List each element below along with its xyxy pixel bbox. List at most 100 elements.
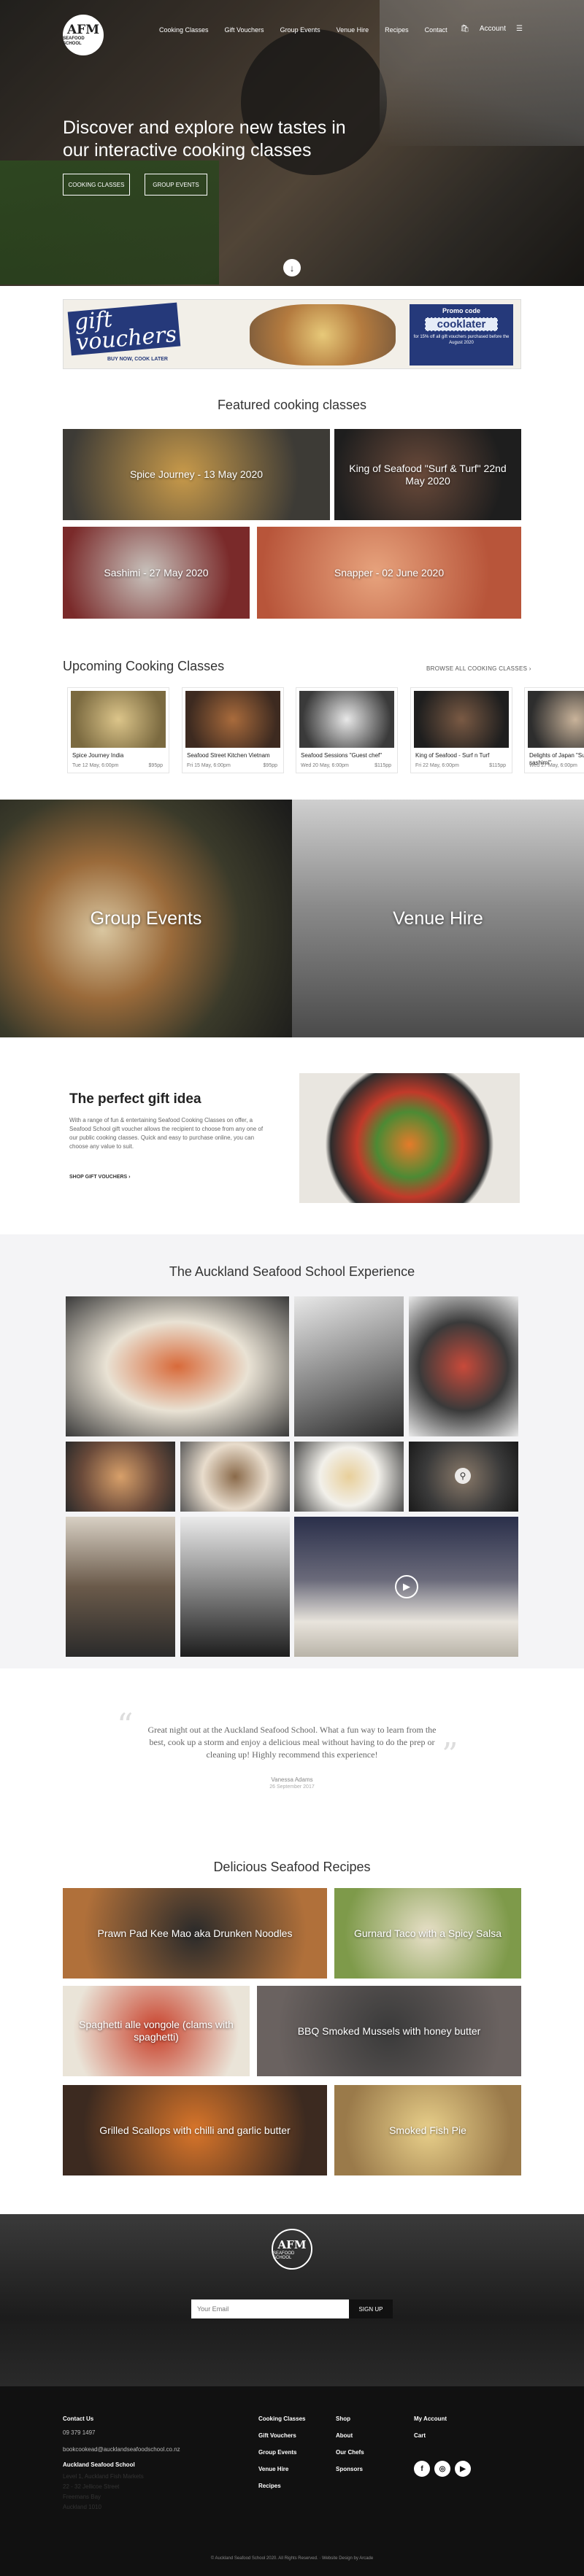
shop-gift-vouchers-link[interactable]: SHOP GIFT VOUCHERS › (69, 1175, 131, 1180)
upcoming-class-price: $95pp (263, 763, 277, 768)
gift-title: The perfect gift idea (69, 1091, 201, 1107)
play-icon[interactable]: ▶ (395, 1575, 418, 1598)
footer-link[interactable]: Cart (414, 2429, 447, 2442)
hero-headline: Discover and explore new tastes in our i… (63, 117, 346, 160)
promo-description: for 15% off all gift vouchers purchased … (413, 335, 510, 345)
footer-link[interactable]: My Account (414, 2412, 447, 2426)
footer-link[interactable]: Venue Hire (258, 2462, 305, 2476)
promo-label: Promo code (442, 307, 480, 314)
featured-class-card[interactable]: Sashimi - 27 May 2020 (63, 527, 250, 619)
recipe-card[interactable]: Spaghetti alle vongole (clams with spagh… (63, 1986, 250, 2076)
gallery-photo[interactable] (66, 1296, 289, 1436)
newsletter-logo: AFM SEAFOOD SCHOOL (272, 2229, 312, 2270)
nav-link-contact[interactable]: Contact (425, 26, 447, 34)
footer-link[interactable]: Cooking Classes (258, 2412, 305, 2426)
gallery-photo[interactable] (66, 1442, 175, 1512)
footer-phone[interactable]: 09 379 1497 (63, 2426, 180, 2440)
group-events-tile[interactable]: Group Events (0, 800, 292, 1037)
gallery-photo[interactable] (180, 1517, 290, 1657)
sign-up-button[interactable]: SIGN UP (349, 2300, 393, 2318)
footer-link[interactable]: Group Events (258, 2445, 305, 2459)
featured-class-card[interactable]: King of Seafood "Surf & Turf" 22nd May 2… (334, 429, 521, 520)
account-link[interactable]: Account (480, 25, 506, 33)
upcoming-class-title: Seafood Street Kitchen Vietnam (187, 752, 270, 759)
featured-class-label: King of Seafood "Surf & Turf" 22nd May 2… (349, 462, 507, 487)
footer-school-name: Auckland Seafood School (63, 2461, 135, 2468)
testimonial-author: Vanessa Adams (271, 1776, 313, 1783)
footer-link[interactable]: Our Chefs (336, 2445, 364, 2459)
nav-link-gift-vouchers[interactable]: Gift Vouchers (225, 26, 264, 34)
logo-subtext: SEAFOOD SCHOOL (63, 36, 85, 46)
cooking-classes-button[interactable]: COOKING CLASSES (63, 174, 130, 196)
nav-links: Cooking Classes Gift Vouchers Group Even… (159, 26, 447, 34)
youtube-icon[interactable]: ▶ (455, 2461, 471, 2477)
upcoming-class-card[interactable]: Seafood Sessions "Guest chef" Wed 20 May,… (296, 687, 398, 773)
page: AFM SEAFOOD SCHOOL Cooking Classes Gift … (0, 0, 584, 2576)
gallery-photo[interactable] (66, 1517, 175, 1657)
nav-link-group-events[interactable]: Group Events (280, 26, 320, 34)
testimonial-date: 26 September 2017 (269, 1784, 315, 1790)
newsletter-logo-sub: SEAFOOD SCHOOL (273, 2251, 295, 2260)
upcoming-class-card[interactable]: Seafood Street Kitchen Vietnam Fri 15 May… (182, 687, 284, 773)
recipe-card[interactable]: Smoked Fish Pie (334, 2085, 521, 2175)
upcoming-class-price: $95pp (148, 763, 163, 768)
nav-link-recipes[interactable]: Recipes (385, 26, 409, 34)
featured-class-card[interactable]: Snapper - 02 June 2020 (257, 527, 521, 619)
featured-class-label: Spice Journey - 13 May 2020 (129, 468, 264, 480)
email-field[interactable] (191, 2300, 349, 2318)
promo-code: cooklater (425, 317, 498, 331)
recipe-card[interactable]: Grilled Scallops with chilli and garlic … (63, 2085, 327, 2175)
recipe-card[interactable]: BBQ Smoked Mussels with honey butter (257, 1986, 521, 2076)
recipe-label: Prawn Pad Kee Mao aka Drunken Noodles (97, 1927, 293, 1939)
recipe-label: BBQ Smoked Mussels with honey butter (297, 2024, 481, 2037)
footer-link[interactable]: Recipes (258, 2479, 305, 2493)
gallery-photo[interactable] (294, 1296, 404, 1436)
gallery-photo[interactable]: ⚲ (409, 1442, 518, 1512)
venue-hire-label: Venue Hire (393, 908, 483, 929)
footer-links-col: My Account Cart (414, 2412, 447, 2442)
group-events-button[interactable]: GROUP EVENTS (145, 174, 207, 196)
gift-voucher-banner[interactable]: gift vouchers BUY NOW, COOK LATER Promo … (63, 299, 521, 369)
upcoming-class-card[interactable]: King of Seafood - Surf n Turf Fri 22 May,… (410, 687, 512, 773)
upcoming-class-card[interactable]: Delights of Japan "Sushi and sashimi"Wed… (524, 687, 584, 773)
gallery-photo[interactable] (294, 1442, 404, 1512)
site-logo[interactable]: AFM SEAFOOD SCHOOL (63, 15, 104, 55)
featured-class-card[interactable]: Spice Journey - 13 May 2020 (63, 429, 330, 520)
upcoming-title: Upcoming Cooking Classes (63, 659, 225, 673)
hamburger-icon[interactable]: ☰ (516, 25, 523, 33)
nav-link-venue-hire[interactable]: Venue Hire (337, 26, 369, 34)
hero-banner: AFM SEAFOOD SCHOOL Cooking Classes Gift … (0, 0, 584, 286)
nav-icons: 🛍 Account ☰ (460, 25, 523, 33)
upcoming-class-card[interactable]: Spice Journey India Tue 12 May, 6:00pm $95… (67, 687, 169, 773)
facebook-icon[interactable]: f (414, 2461, 430, 2477)
instagram-icon[interactable]: ◎ (434, 2461, 450, 2477)
magnifier-icon[interactable]: ⚲ (455, 1468, 471, 1484)
venue-hire-tile[interactable]: Venue Hire (292, 800, 584, 1037)
open-quote-icon: “ (117, 1707, 134, 1744)
gift-description: With a range of fun & entertaining Seafo… (69, 1117, 264, 1150)
upcoming-class-title: King of Seafood - Surf n Turf (415, 752, 490, 759)
voucher-title: gift vouchers (67, 302, 181, 356)
voucher-subtitle: BUY NOW, COOK LATER (107, 357, 168, 362)
gallery-photo[interactable] (180, 1442, 290, 1512)
footer-link[interactable]: Gift Vouchers (258, 2429, 305, 2442)
browse-all-classes-link[interactable]: BROWSE ALL COOKING CLASSES › (426, 665, 531, 672)
footer-link[interactable]: Sponsors (336, 2462, 364, 2476)
recipe-label: Grilled Scallops with chilli and garlic … (99, 2124, 291, 2136)
gallery-video[interactable]: ▶ (294, 1517, 518, 1657)
upcoming-class-date: Wed 20 May, 6:00pm (301, 763, 349, 768)
recipe-card[interactable]: Gurnard Taco with a Spicy Salsa (334, 1888, 521, 1979)
nav-link-cooking-classes[interactable]: Cooking Classes (159, 26, 209, 34)
upcoming-class-date: Fri 15 May, 6:00pm (187, 763, 231, 768)
recipe-card[interactable]: Prawn Pad Kee Mao aka Drunken Noodles (63, 1888, 327, 1979)
footer-links-col: Shop About Our Chefs Sponsors (336, 2412, 364, 2476)
footer-link[interactable]: Shop (336, 2412, 364, 2426)
voucher-food-image (250, 304, 396, 365)
copyright: © Auckland Seafood School 2020. All Righ… (210, 2556, 374, 2561)
gallery-photo[interactable] (409, 1296, 518, 1436)
scroll-down-icon[interactable]: ↓ (283, 259, 301, 276)
footer-email[interactable]: bookcookead@aucklandseafoodschool.co.nz (63, 2442, 180, 2456)
bag-icon[interactable]: 🛍 (460, 25, 469, 33)
experience-title: The Auckland Seafood School Experience (169, 1264, 415, 1279)
footer-link[interactable]: About (336, 2429, 364, 2442)
